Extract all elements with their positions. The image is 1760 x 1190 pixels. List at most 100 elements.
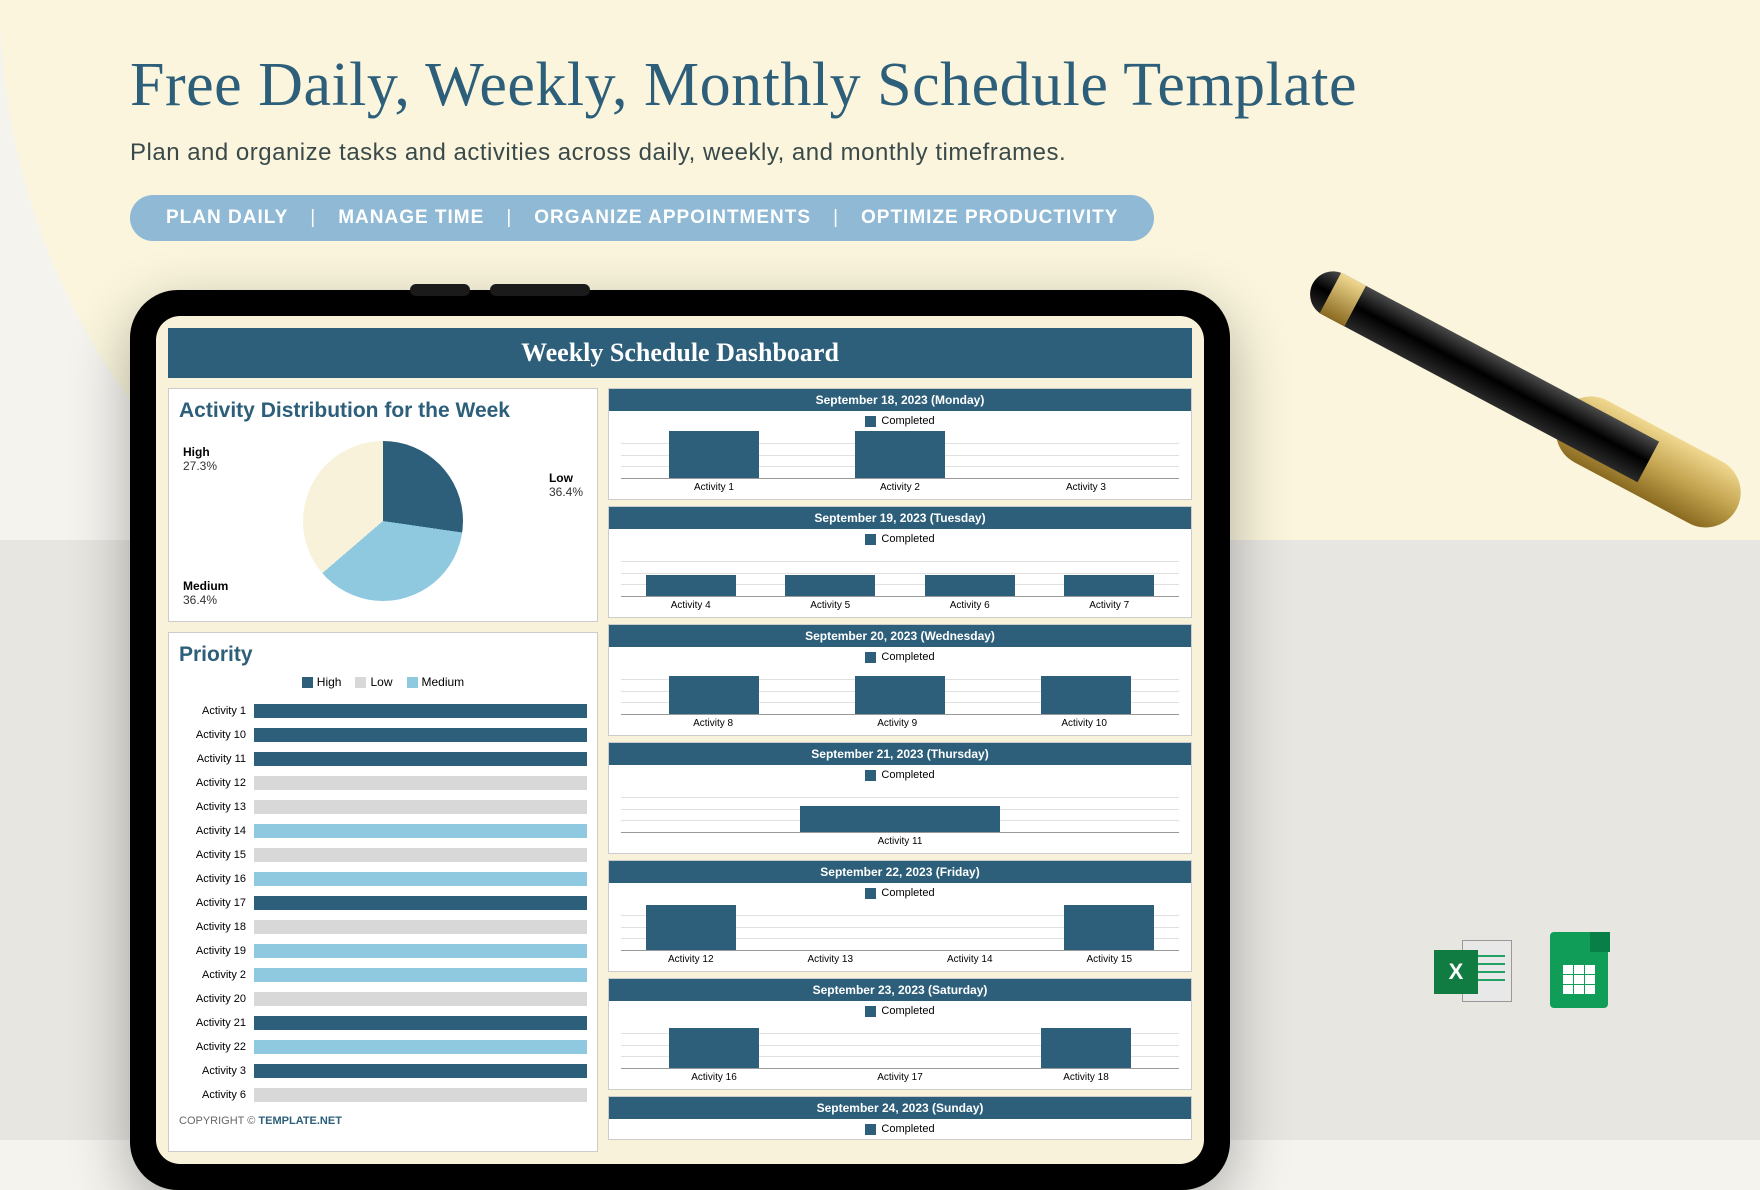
priority-bar: [254, 968, 587, 982]
pill-item: PLAN DAILY: [166, 207, 288, 229]
priority-bar: [254, 704, 587, 718]
priority-row: Activity 13: [179, 795, 587, 819]
priority-row: Activity 16: [179, 867, 587, 891]
day-legend: Completed: [609, 411, 1191, 431]
tablet-mockup: Weekly Schedule Dashboard Activity Distr…: [130, 290, 1230, 1190]
priority-label: Activity 11: [179, 753, 254, 765]
priority-rows: Activity 1 Activity 10 Activity 11 Activity…: [179, 699, 587, 1107]
priority-bar: [254, 920, 587, 934]
copyright: COPYRIGHT © TEMPLATE.NET: [179, 1115, 587, 1127]
day-labels: Activity 16Activity 17Activity 18: [609, 1069, 1191, 1089]
page-subtitle: Plan and organize tasks and activities a…: [130, 139, 1630, 167]
panel-title: Priority: [179, 643, 587, 667]
day-chart: [621, 903, 1179, 951]
feature-pill: PLAN DAILY | MANAGE TIME | ORGANIZE APPO…: [130, 195, 1154, 241]
legend-high: High: [302, 675, 342, 689]
left-column: Activity Distribution for the Week High2…: [168, 388, 598, 1152]
day-legend: Completed: [609, 883, 1191, 903]
priority-row: Activity 3: [179, 1059, 587, 1083]
pill-item: MANAGE TIME: [338, 207, 484, 229]
priority-row: Activity 2: [179, 963, 587, 987]
format-icons: X: [1434, 932, 1620, 1010]
priority-label: Activity 21: [179, 1017, 254, 1029]
priority-row: Activity 18: [179, 915, 587, 939]
day-block: September 21, 2023 (Thursday)CompletedAc…: [608, 742, 1192, 854]
priority-label: Activity 16: [179, 873, 254, 885]
priority-bar: [254, 872, 587, 886]
pill-separator: |: [310, 207, 316, 229]
priority-row: Activity 10: [179, 723, 587, 747]
priority-bar: [254, 800, 587, 814]
day-labels: Activity 12Activity 13Activity 14Activit…: [609, 951, 1191, 971]
priority-bar: [254, 944, 587, 958]
priority-label: Activity 15: [179, 849, 254, 861]
google-sheets-icon: [1542, 932, 1620, 1010]
priority-row: Activity 6: [179, 1083, 587, 1107]
pie-chart: [303, 441, 463, 601]
priority-bar: [254, 848, 587, 862]
priority-label: Activity 10: [179, 729, 254, 741]
priority-row: Activity 1: [179, 699, 587, 723]
priority-label: Activity 20: [179, 993, 254, 1005]
priority-row: Activity 22: [179, 1035, 587, 1059]
priority-label: Activity 17: [179, 897, 254, 909]
day-header: September 19, 2023 (Tuesday): [609, 507, 1191, 529]
priority-row: Activity 17: [179, 891, 587, 915]
pie-chart-wrap: High27.3% Low36.4% Medium36.4%: [179, 431, 587, 611]
day-chart: [621, 549, 1179, 597]
dashboard-title: Weekly Schedule Dashboard: [168, 328, 1192, 378]
day-labels: Activity 4Activity 5Activity 6Activity 7: [609, 597, 1191, 617]
day-chart: [621, 667, 1179, 715]
priority-label: Activity 13: [179, 801, 254, 813]
priority-bar: [254, 1088, 587, 1102]
legend-medium: Medium: [407, 675, 465, 689]
priority-bar: [254, 824, 587, 838]
priority-label: Activity 2: [179, 969, 254, 981]
excel-icon: X: [1434, 932, 1512, 1010]
day-legend: Completed: [609, 1119, 1191, 1139]
priority-bar: [254, 776, 587, 790]
page-title: Free Daily, Weekly, Monthly Schedule Tem…: [130, 50, 1630, 121]
priority-bar: [254, 992, 587, 1006]
days-column: September 18, 2023 (Monday)CompletedActi…: [608, 388, 1192, 1152]
day-labels: Activity 1Activity 2Activity 3: [609, 479, 1191, 499]
priority-label: Activity 3: [179, 1065, 254, 1077]
day-block: September 18, 2023 (Monday)Completed Acti…: [608, 388, 1192, 500]
priority-bar: [254, 1016, 587, 1030]
priority-label: Activity 12: [179, 777, 254, 789]
priority-bar: [254, 1064, 587, 1078]
priority-legend: High Low Medium: [179, 675, 587, 689]
day-header: September 23, 2023 (Saturday): [609, 979, 1191, 1001]
day-block: September 24, 2023 (Sunday)Completed: [608, 1096, 1192, 1140]
pill-separator: |: [506, 207, 512, 229]
pill-item: OPTIMIZE PRODUCTIVITY: [861, 207, 1118, 229]
panel-title: Activity Distribution for the Week: [179, 399, 587, 423]
day-chart: [621, 1021, 1179, 1069]
pie-label-high: High27.3%: [183, 445, 217, 473]
pie-label-low: Low36.4%: [549, 471, 583, 499]
day-header: September 20, 2023 (Wednesday): [609, 625, 1191, 647]
day-legend: Completed: [609, 529, 1191, 549]
dashboard-grid: Activity Distribution for the Week High2…: [168, 388, 1192, 1152]
day-header: September 18, 2023 (Monday): [609, 389, 1191, 411]
priority-row: Activity 14: [179, 819, 587, 843]
priority-panel: Priority High Low Medium Activity 1Activ…: [168, 632, 598, 1152]
pill-separator: |: [833, 207, 839, 229]
day-legend: Completed: [609, 647, 1191, 667]
day-chart: [621, 785, 1179, 833]
priority-row: Activity 21: [179, 1011, 587, 1035]
priority-label: Activity 14: [179, 825, 254, 837]
priority-label: Activity 18: [179, 921, 254, 933]
day-header: September 22, 2023 (Friday): [609, 861, 1191, 883]
priority-row: Activity 15: [179, 843, 587, 867]
pill-item: ORGANIZE APPOINTMENTS: [534, 207, 811, 229]
priority-row: Activity 20: [179, 987, 587, 1011]
priority-bar: [254, 1040, 587, 1054]
priority-row: Activity 19: [179, 939, 587, 963]
priority-label: Activity 6: [179, 1089, 254, 1101]
day-block: September 23, 2023 (Saturday)CompletedAc…: [608, 978, 1192, 1090]
activity-distribution-panel: Activity Distribution for the Week High2…: [168, 388, 598, 622]
day-legend: Completed: [609, 765, 1191, 785]
priority-bar: [254, 752, 587, 766]
day-block: September 19, 2023 (Tuesday)Completed Act…: [608, 506, 1192, 618]
